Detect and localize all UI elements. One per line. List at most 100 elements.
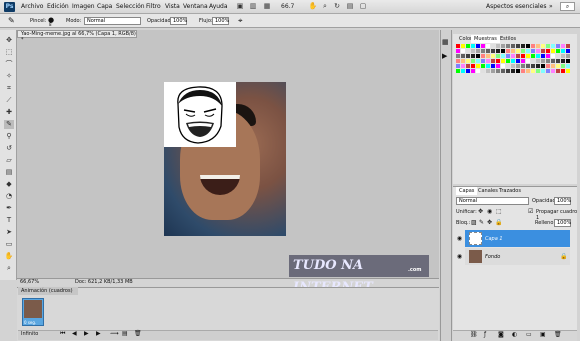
- swatch[interactable]: [471, 49, 475, 53]
- swatch[interactable]: [506, 59, 510, 63]
- swatch[interactable]: [536, 69, 540, 73]
- brush-preset-icon[interactable]: ✎: [8, 16, 15, 25]
- swatch[interactable]: [551, 59, 555, 63]
- swatch[interactable]: [471, 54, 475, 58]
- lock-all-icon[interactable]: 🔒: [495, 219, 502, 226]
- unify-visibility-icon[interactable]: ◉: [487, 208, 492, 215]
- next-frame-icon[interactable]: ▶: [96, 330, 101, 337]
- swatch[interactable]: [551, 69, 555, 73]
- animation-tab[interactable]: Animación (cuadros): [18, 287, 78, 295]
- swatch[interactable]: [556, 69, 560, 73]
- opacity-field[interactable]: 100%: [170, 17, 187, 25]
- zoom-tool-icon[interactable]: ⌕: [320, 2, 330, 11]
- swatch[interactable]: [561, 59, 565, 63]
- swatch[interactable]: [546, 49, 550, 53]
- magic-wand-tool-icon[interactable]: ✧: [4, 72, 14, 81]
- swatch[interactable]: [551, 49, 555, 53]
- workspace-switcher[interactable]: Aspectos esenciales: [486, 3, 547, 10]
- menu-capa[interactable]: Capa: [97, 3, 112, 10]
- swatch[interactable]: [556, 44, 560, 48]
- layer-name[interactable]: Fondo: [485, 254, 500, 260]
- swatch[interactable]: [561, 44, 565, 48]
- swatch[interactable]: [456, 49, 460, 53]
- swatch[interactable]: [491, 44, 495, 48]
- tab-paths[interactable]: Trazados: [496, 187, 524, 195]
- swatch[interactable]: [501, 44, 505, 48]
- history-panel-icon[interactable]: ▦: [442, 38, 449, 46]
- swatch[interactable]: [516, 59, 520, 63]
- swatch[interactable]: [516, 49, 520, 53]
- adjustment-layer-icon[interactable]: ◐: [512, 331, 517, 338]
- swatch[interactable]: [566, 59, 570, 63]
- swatch[interactable]: [466, 54, 470, 58]
- menu-ventana[interactable]: Ventana: [183, 3, 208, 10]
- swatch[interactable]: [461, 54, 465, 58]
- swatch[interactable]: [496, 54, 500, 58]
- swatch[interactable]: [511, 49, 515, 53]
- help-search-icon[interactable]: ⌕: [560, 2, 575, 11]
- layer-visibility-eye-icon[interactable]: ◉: [456, 235, 463, 242]
- swatch[interactable]: [471, 44, 475, 48]
- swatch[interactable]: [546, 54, 550, 58]
- swatch[interactable]: [511, 59, 515, 63]
- fill-field[interactable]: 100%: [554, 219, 571, 227]
- swatch[interactable]: [546, 44, 550, 48]
- swatch[interactable]: [501, 54, 505, 58]
- brush-tool-icon[interactable]: ✎: [4, 120, 14, 129]
- swatch[interactable]: [496, 49, 500, 53]
- swatch[interactable]: [496, 44, 500, 48]
- swatch[interactable]: [476, 54, 480, 58]
- menu-seleccion[interactable]: Selección: [116, 3, 145, 10]
- swatch[interactable]: [486, 59, 490, 63]
- new-layer-icon[interactable]: ▣: [540, 331, 546, 338]
- view-extras-icon[interactable]: ▦: [262, 2, 272, 11]
- swatch[interactable]: [501, 59, 505, 63]
- swatch[interactable]: [461, 64, 465, 68]
- document-tab[interactable]: Yao-Ming-meme.jpg al 66,7% (Capa 1, RGB/…: [17, 30, 137, 43]
- frame-delay[interactable]: 0 seg.: [24, 320, 36, 325]
- swatch[interactable]: [521, 44, 525, 48]
- swatch[interactable]: [481, 69, 485, 73]
- swatch[interactable]: [526, 64, 530, 68]
- swatch[interactable]: [471, 69, 475, 73]
- swatch[interactable]: [516, 54, 520, 58]
- status-zoom[interactable]: 66,67%: [20, 279, 39, 286]
- swatch[interactable]: [476, 69, 480, 73]
- swatch[interactable]: [556, 49, 560, 53]
- menu-vista[interactable]: Vista: [165, 3, 180, 10]
- swatch[interactable]: [456, 59, 460, 63]
- swatch[interactable]: [566, 44, 570, 48]
- swatch[interactable]: [491, 59, 495, 63]
- swatch[interactable]: [501, 69, 505, 73]
- menu-edicion[interactable]: Edición: [47, 3, 69, 10]
- duplicate-frame-icon[interactable]: ▤: [122, 330, 128, 337]
- swatch[interactable]: [536, 49, 540, 53]
- swatch[interactable]: [551, 54, 555, 58]
- swatch[interactable]: [501, 64, 505, 68]
- swatch[interactable]: [491, 69, 495, 73]
- swatch[interactable]: [531, 69, 535, 73]
- delete-frame-icon[interactable]: 🗑: [134, 330, 142, 337]
- swatch[interactable]: [471, 64, 475, 68]
- layer-style-icon[interactable]: ƒ: [484, 331, 486, 338]
- swatch[interactable]: [521, 54, 525, 58]
- airbrush-icon[interactable]: ⌖: [238, 16, 243, 26]
- swatch[interactable]: [476, 59, 480, 63]
- swatch[interactable]: [516, 64, 520, 68]
- swatch[interactable]: [506, 69, 510, 73]
- swatch[interactable]: [536, 44, 540, 48]
- propagate-checkbox[interactable]: ☑: [528, 208, 533, 215]
- swatch[interactable]: [491, 49, 495, 53]
- swatch[interactable]: [481, 49, 485, 53]
- swatch[interactable]: [511, 64, 515, 68]
- swatch[interactable]: [526, 59, 530, 63]
- eraser-tool-icon[interactable]: ▱: [4, 156, 14, 165]
- new-group-icon[interactable]: ▭: [526, 331, 532, 338]
- swatch[interactable]: [561, 54, 565, 58]
- hand-tool-icon[interactable]: ✋: [4, 252, 14, 261]
- swatch[interactable]: [526, 69, 530, 73]
- swatch[interactable]: [466, 69, 470, 73]
- swatch[interactable]: [526, 44, 530, 48]
- swatch[interactable]: [496, 69, 500, 73]
- swatch[interactable]: [561, 49, 565, 53]
